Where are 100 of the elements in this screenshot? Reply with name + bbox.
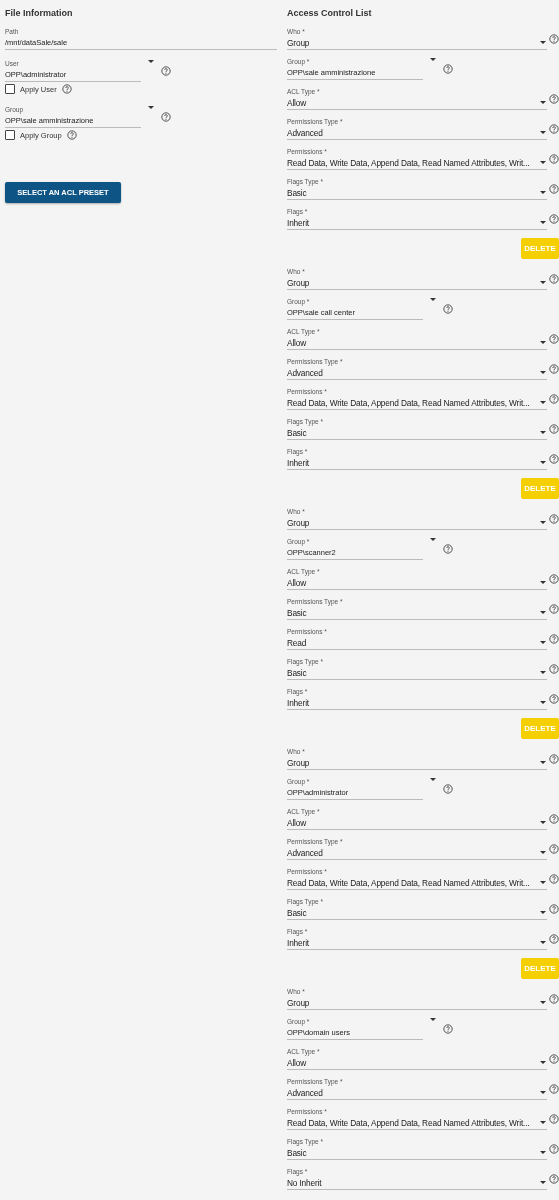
help-icon[interactable]	[161, 112, 171, 122]
caret-icon[interactable]	[148, 106, 154, 109]
field-value: Basic	[287, 427, 308, 438]
caret-icon[interactable]	[540, 851, 546, 854]
help-icon[interactable]	[549, 814, 559, 824]
caret-icon[interactable]	[540, 821, 546, 824]
caret-icon[interactable]	[540, 1001, 546, 1004]
field-value: Allow	[287, 97, 308, 108]
help-icon[interactable]	[443, 544, 453, 554]
caret-icon[interactable]	[540, 761, 546, 764]
caret-icon[interactable]	[430, 1018, 436, 1021]
caret-icon[interactable]	[540, 431, 546, 434]
help-icon[interactable]	[66, 130, 77, 140]
help-icon[interactable]	[549, 364, 559, 374]
caret-icon[interactable]	[540, 521, 546, 524]
caret-icon[interactable]	[540, 221, 546, 224]
help-icon[interactable]	[549, 214, 559, 224]
caret-icon[interactable]	[540, 191, 546, 194]
help-icon[interactable]	[549, 1144, 559, 1154]
help-icon[interactable]	[549, 94, 559, 104]
caret-icon[interactable]	[430, 538, 436, 541]
checkbox[interactable]	[5, 130, 15, 140]
field-value: Read Data, Write Data, Append Data, Read Named Attributes, Writ...	[287, 157, 531, 168]
help-icon[interactable]	[549, 694, 559, 704]
caret-icon[interactable]	[540, 1061, 546, 1064]
caret-icon[interactable]	[540, 611, 546, 614]
help-icon[interactable]	[549, 424, 559, 434]
field-value: Group	[287, 757, 311, 768]
caret-icon[interactable]	[540, 131, 546, 134]
help-icon[interactable]	[549, 664, 559, 674]
caret-icon[interactable]	[540, 401, 546, 404]
field-value: Basic	[287, 667, 308, 678]
help-icon[interactable]	[549, 154, 559, 164]
checkbox[interactable]	[5, 84, 15, 94]
caret-icon[interactable]	[540, 41, 546, 44]
help-icon[interactable]	[161, 66, 171, 76]
caret-icon[interactable]	[540, 1091, 546, 1094]
caret-icon[interactable]	[540, 1151, 546, 1154]
caret-icon[interactable]	[540, 341, 546, 344]
help-icon[interactable]	[549, 394, 559, 404]
caret-icon[interactable]	[430, 778, 436, 781]
field-value: No Inherit	[287, 1177, 323, 1188]
help-icon[interactable]	[549, 1174, 559, 1184]
caret-icon[interactable]	[430, 298, 436, 301]
help-icon[interactable]	[549, 124, 559, 134]
caret-icon[interactable]	[540, 101, 546, 104]
field-value: Inherit	[287, 217, 310, 228]
field-value: Read Data, Write Data, Append Data, Read Named Attributes, Writ...	[287, 1117, 531, 1128]
help-icon[interactable]	[549, 34, 559, 44]
caret-icon[interactable]	[148, 60, 154, 63]
help-icon[interactable]	[549, 184, 559, 194]
field-value: Group	[287, 37, 311, 48]
caret-icon[interactable]	[540, 371, 546, 374]
help-icon[interactable]	[549, 634, 559, 644]
field-value: Inherit	[287, 697, 310, 708]
help-icon[interactable]	[549, 574, 559, 584]
help-icon[interactable]	[549, 904, 559, 914]
caret-icon[interactable]	[540, 281, 546, 284]
caret-icon[interactable]	[540, 461, 546, 464]
help-icon[interactable]	[549, 1114, 559, 1124]
field-value: Group	[287, 277, 311, 288]
help-icon[interactable]	[549, 874, 559, 884]
field-value: Basic	[287, 907, 308, 918]
help-icon[interactable]	[549, 604, 559, 614]
help-icon[interactable]	[549, 1054, 559, 1064]
help-icon[interactable]	[549, 994, 559, 1004]
caret-icon[interactable]	[540, 881, 546, 884]
help-icon[interactable]	[549, 1084, 559, 1094]
help-icon[interactable]	[443, 304, 453, 314]
field-value: Inherit	[287, 937, 310, 948]
section-title: Access Control List	[287, 8, 373, 18]
field-value: Advanced	[287, 367, 324, 378]
caret-icon[interactable]	[540, 581, 546, 584]
help-icon[interactable]	[549, 934, 559, 944]
help-icon[interactable]	[549, 454, 559, 464]
field-value: Allow	[287, 1057, 308, 1068]
caret-icon[interactable]	[540, 701, 546, 704]
field-value: Allow	[287, 337, 308, 348]
caret-icon[interactable]	[540, 911, 546, 914]
caret-icon[interactable]	[430, 58, 436, 61]
field-value: Read Data, Write Data, Append Data, Read Named Attributes, Writ...	[287, 877, 531, 888]
help-icon[interactable]	[549, 334, 559, 344]
field-value: Group	[287, 997, 311, 1008]
help-icon[interactable]	[443, 64, 453, 74]
field-value: Basic	[287, 1147, 308, 1158]
help-icon[interactable]	[443, 784, 453, 794]
help-icon[interactable]	[443, 1024, 453, 1034]
caret-icon[interactable]	[540, 941, 546, 944]
help-icon[interactable]	[549, 754, 559, 764]
help-icon[interactable]	[549, 844, 559, 854]
help-icon[interactable]	[549, 514, 559, 524]
help-icon[interactable]	[549, 274, 559, 284]
field-value: Group	[287, 517, 311, 528]
caret-icon[interactable]	[540, 1181, 546, 1184]
caret-icon[interactable]	[540, 641, 546, 644]
caret-icon[interactable]	[540, 161, 546, 164]
section-title: File Information	[5, 8, 74, 18]
caret-icon[interactable]	[540, 671, 546, 674]
caret-icon[interactable]	[540, 1121, 546, 1124]
help-icon[interactable]	[61, 84, 72, 94]
